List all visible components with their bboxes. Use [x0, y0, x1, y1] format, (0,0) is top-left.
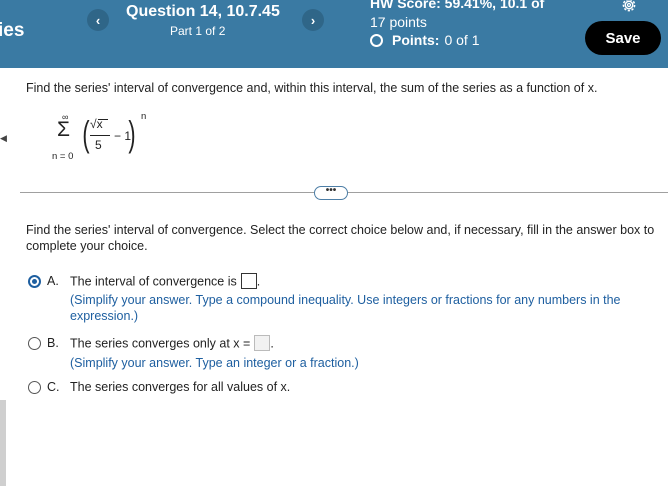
points-label: Points:	[392, 32, 440, 48]
choice-b-hint: (Simplify your answer. Type an integer o…	[70, 356, 359, 370]
choice-c-radio[interactable]	[28, 381, 41, 394]
interval-answer-box[interactable]	[240, 273, 257, 289]
choice-c[interactable]: C. The series converges for all values o…	[28, 380, 658, 398]
choice-a[interactable]: A. The interval of convergence is. (Simp…	[28, 273, 658, 326]
problem-text: Find the series' interval of convergence…	[26, 81, 598, 95]
exponent: n	[141, 111, 147, 122]
left-paren: (	[82, 113, 90, 154]
chevron-right-icon: ›	[310, 12, 316, 28]
header-bar: ies ‹ Question 14, 10.7.45 Part 1 of 2 ›…	[0, 0, 668, 68]
question-title: Question 14, 10.7.45	[126, 3, 280, 20]
choice-a-suffix: .	[256, 274, 261, 289]
choice-a-radio[interactable]	[28, 275, 41, 288]
fraction-denominator: 5	[95, 138, 102, 152]
nav-left-label: ies	[0, 20, 25, 41]
fraction-line	[90, 135, 110, 136]
choice-a-hint: (Simplify your answer. Type a compound i…	[70, 293, 621, 323]
points-status: Points: 0 of 1	[370, 32, 479, 48]
hw-score: HW Score: 59.41%, 10.1 of	[370, 0, 545, 11]
choice-b-letter: B.	[47, 336, 59, 350]
points-circle-icon	[370, 33, 383, 47]
instructions-text: Find the series' interval of convergence…	[26, 223, 655, 253]
choice-b[interactable]: B. The series converges only at x =. (Si…	[28, 335, 658, 372]
left-scrollbar[interactable]	[0, 400, 6, 486]
chevron-left-icon: ‹	[95, 12, 101, 28]
choice-b-suffix: .	[270, 336, 274, 351]
choice-a-text: The interval of convergence is.	[70, 273, 261, 290]
question-part: Part 1 of 2	[170, 24, 226, 38]
next-question-button[interactable]: ›	[302, 9, 324, 31]
sum-lower-limit: n = 0	[52, 151, 74, 162]
choice-a-label: The interval of convergence is	[70, 274, 237, 289]
save-button[interactable]: Save	[585, 21, 661, 55]
choice-b-text: The series converges only at x =.	[70, 335, 274, 352]
choice-b-label: The series converges only at x =	[70, 336, 251, 351]
left-edge-arrow-icon: ◀	[0, 133, 7, 143]
series-expression: ∞ Σ n = 0 ( √x 5 − 1 ) n	[52, 111, 162, 166]
x-value-answer-box[interactable]	[254, 335, 271, 351]
choice-c-text: The series converges for all values of x…	[70, 380, 291, 394]
choice-a-letter: A.	[47, 274, 59, 288]
choice-b-radio[interactable]	[28, 337, 41, 350]
gear-icon[interactable]	[620, 0, 638, 14]
hw-points-total: 17 points	[370, 14, 427, 30]
right-paren: )	[128, 113, 136, 154]
sigma-symbol: Σ	[57, 118, 70, 141]
points-value: 0 of 1	[444, 32, 480, 48]
prev-question-button[interactable]: ‹	[87, 9, 109, 31]
sqrt-bar	[98, 119, 108, 120]
more-options-button[interactable]: •••	[314, 186, 348, 200]
choice-c-letter: C.	[47, 380, 60, 394]
